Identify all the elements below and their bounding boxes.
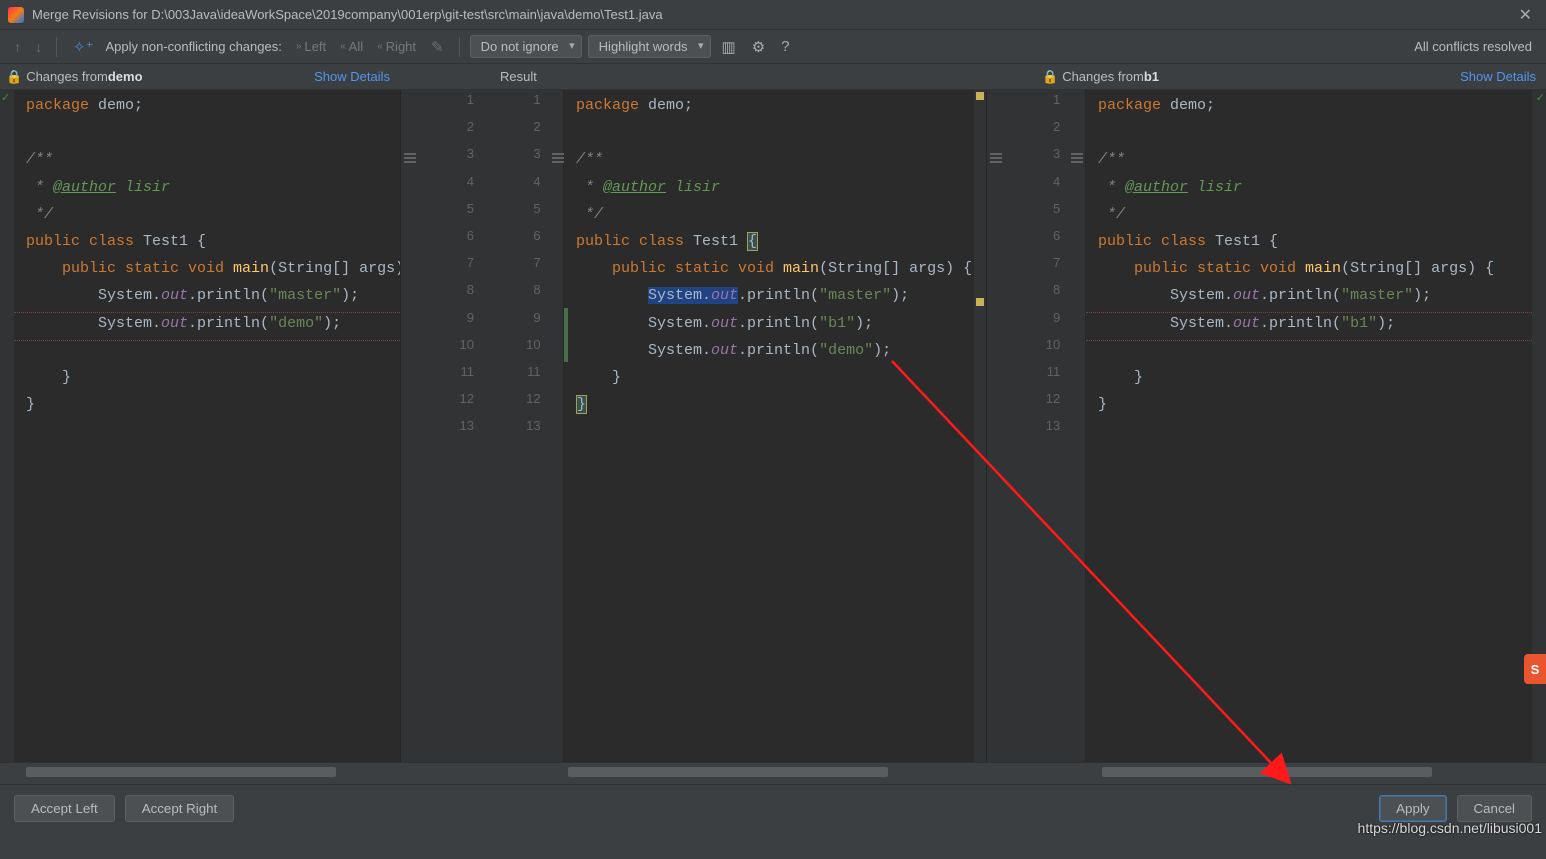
app-icon xyxy=(8,7,24,23)
next-diff-icon[interactable]: ↓ xyxy=(31,39,46,55)
left-code[interactable]: package demo; /** * @author lisir */publ… xyxy=(14,90,400,762)
dialog-footer: Accept Left Accept Right Apply Cancel xyxy=(0,784,1546,831)
apply-left-button[interactable]: »Left xyxy=(292,39,330,54)
accept-left-button[interactable]: Accept Left xyxy=(14,795,115,822)
right-code[interactable]: package demo; /** * @author lisir */publ… xyxy=(1086,90,1532,762)
pane-headers: 🔒 Changes from demo Show Details Result … xyxy=(0,64,1546,90)
horizontal-scroll[interactable] xyxy=(0,762,1546,784)
left-header-prefix: Changes from xyxy=(26,69,108,84)
titlebar: Merge Revisions for D:\003Java\ideaWorkS… xyxy=(0,0,1546,30)
right-header-prefix: Changes from xyxy=(1062,69,1144,84)
left-validation-strip xyxy=(0,90,14,762)
watermark: https://blog.csdn.net/libusi001 xyxy=(1358,820,1542,836)
lock-icon: 🔒 xyxy=(1042,69,1058,85)
result-marker-strip[interactable] xyxy=(974,90,986,762)
centre-gutter-right: 12345678910111213 xyxy=(986,90,1086,762)
apply-right-button[interactable]: «Right xyxy=(373,39,420,54)
ignore-policy-combo[interactable]: Do not ignore xyxy=(470,35,582,58)
wand-icon[interactable]: ✎ xyxy=(426,38,449,56)
lock-icon: 🔒 xyxy=(6,69,22,85)
help-icon[interactable]: ? xyxy=(776,38,794,55)
left-pane[interactable]: package demo; /** * @author lisir */publ… xyxy=(0,90,400,762)
result-pane[interactable]: package demo; /** * @author lisir */publ… xyxy=(564,90,986,762)
right-pane[interactable]: package demo; /** * @author lisir */publ… xyxy=(1086,90,1546,762)
apply-all-button[interactable]: «All xyxy=(336,39,367,54)
editor-area: package demo; /** * @author lisir */publ… xyxy=(0,90,1546,762)
columns-icon[interactable]: ▥ xyxy=(717,38,741,56)
result-header: Result xyxy=(500,69,537,84)
show-details-right[interactable]: Show Details xyxy=(1460,69,1536,84)
accept-right-button[interactable]: Accept Right xyxy=(125,795,235,822)
left-header-branch: demo xyxy=(108,69,143,84)
apply-nonconflicting-label: Apply non-conflicting changes: xyxy=(106,39,282,54)
gear-icon[interactable]: ⚙ xyxy=(747,38,770,56)
conflicts-status: All conflicts resolved xyxy=(1414,39,1532,54)
cancel-button[interactable]: Cancel xyxy=(1457,795,1533,822)
side-tab-icon[interactable]: S xyxy=(1524,654,1546,684)
centre-gutter-left: 12345678910111213 12345678910111213 xyxy=(400,90,564,762)
result-code[interactable]: package demo; /** * @author lisir */publ… xyxy=(564,90,974,762)
apply-button[interactable]: Apply xyxy=(1379,795,1446,822)
show-details-left[interactable]: Show Details xyxy=(314,69,390,84)
highlight-policy-combo[interactable]: Highlight words xyxy=(588,35,711,58)
prev-diff-icon[interactable]: ↑ xyxy=(10,39,25,55)
window-title: Merge Revisions for D:\003Java\ideaWorkS… xyxy=(32,7,1513,22)
close-icon[interactable]: ✕ xyxy=(1513,5,1538,25)
magic-resolve-icon[interactable]: ✧⁺ xyxy=(67,38,100,56)
right-header-branch: b1 xyxy=(1144,69,1159,84)
toolbar: ↑ ↓ ✧⁺ Apply non-conflicting changes: »L… xyxy=(0,30,1546,64)
